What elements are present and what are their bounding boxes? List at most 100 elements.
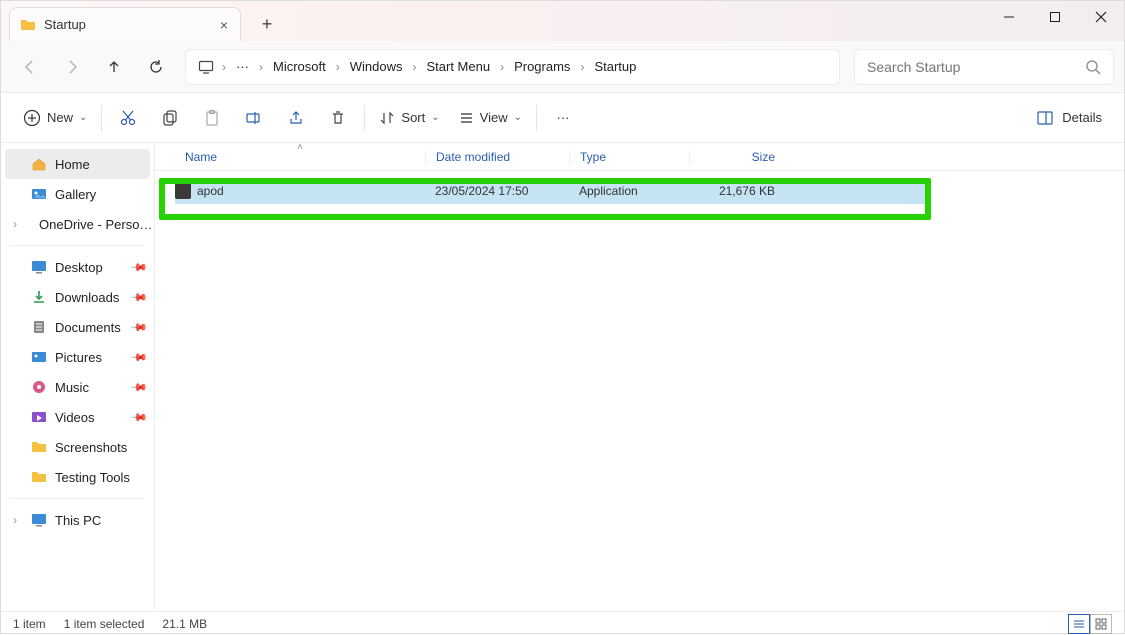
sidebar-label: Desktop xyxy=(55,260,103,275)
forward-button[interactable] xyxy=(53,48,91,86)
back-button[interactable] xyxy=(11,48,49,86)
sidebar-label: OneDrive - Perso… xyxy=(39,217,152,232)
chevron-right-icon[interactable]: › xyxy=(500,60,504,74)
view-thumbnails-toggle[interactable] xyxy=(1090,614,1112,634)
pictures-icon xyxy=(31,349,47,365)
sidebar-item-pictures[interactable]: Pictures 📌 xyxy=(1,342,154,372)
separator xyxy=(364,105,365,131)
new-button[interactable]: New ⌄ xyxy=(15,101,95,135)
monitor-icon xyxy=(31,512,47,528)
trash-icon xyxy=(329,109,347,127)
file-size: 21,676 KB xyxy=(689,184,785,198)
sidebar-label: Gallery xyxy=(55,187,96,202)
file-row[interactable]: apod 23/05/2024 17:50 Application 21,676… xyxy=(175,178,926,204)
separator xyxy=(101,105,102,131)
new-tab-button[interactable]: + xyxy=(251,8,283,40)
paste-button[interactable] xyxy=(192,101,232,135)
column-size[interactable]: Size xyxy=(689,150,785,164)
chevron-right-icon[interactable]: › xyxy=(580,60,584,74)
sidebar-item-music[interactable]: Music📌 xyxy=(1,372,154,402)
file-list: Name˄ Date modified Type Size apod 23/05… xyxy=(155,143,1124,611)
breadcrumb-item[interactable]: Programs xyxy=(506,53,578,80)
details-icon xyxy=(1036,109,1054,127)
sidebar-item-onedrive[interactable]: OneDrive - Perso… xyxy=(1,209,154,239)
toolbar: New ⌄ Sort ⌄ View ⌄ ··· Details xyxy=(1,93,1124,143)
rename-button[interactable] xyxy=(234,101,274,135)
sidebar-item-desktop[interactable]: Desktop 📌 xyxy=(1,252,154,282)
chevron-right-icon[interactable]: › xyxy=(336,60,340,74)
sort-button[interactable]: Sort ⌄ xyxy=(371,101,447,135)
sidebar-item-this-pc[interactable]: This PC xyxy=(1,505,154,535)
column-name[interactable]: Name˄ xyxy=(175,150,425,164)
desktop-icon xyxy=(31,259,47,275)
video-icon xyxy=(31,409,47,425)
pin-icon: 📌 xyxy=(130,318,149,337)
folder-icon xyxy=(20,17,36,33)
breadcrumb-item[interactable]: Start Menu xyxy=(418,53,498,80)
chevron-right-icon[interactable]: › xyxy=(412,60,416,74)
sort-label: Sort xyxy=(401,110,425,125)
refresh-button[interactable] xyxy=(137,48,175,86)
close-window-button[interactable] xyxy=(1078,1,1124,33)
window-tab[interactable]: Startup × xyxy=(9,7,241,41)
sort-ascending-icon: ˄ xyxy=(297,142,303,153)
pin-icon: 📌 xyxy=(130,408,149,427)
rename-icon xyxy=(245,109,263,127)
pin-icon: 📌 xyxy=(130,348,149,367)
clipboard-icon xyxy=(203,109,221,127)
search-icon xyxy=(1085,59,1101,75)
sidebar-label: Documents xyxy=(55,320,121,335)
maximize-button[interactable] xyxy=(1032,1,1078,33)
breadcrumb-item[interactable]: Startup xyxy=(586,53,644,80)
sidebar-item-downloads[interactable]: Downloads📌 xyxy=(1,282,154,312)
share-button[interactable] xyxy=(276,101,316,135)
chevron-right-icon[interactable]: › xyxy=(259,60,263,74)
close-tab-button[interactable]: × xyxy=(220,17,228,33)
sidebar-item-documents[interactable]: Documents 📌 xyxy=(1,312,154,342)
chevron-down-icon: ⌄ xyxy=(79,112,87,123)
sidebar-label: Videos xyxy=(55,410,95,425)
monitor-icon[interactable] xyxy=(192,48,220,86)
search-input[interactable] xyxy=(854,49,1114,85)
view-button[interactable]: View ⌄ xyxy=(450,101,530,135)
new-label: New xyxy=(47,110,73,125)
view-details-toggle[interactable] xyxy=(1068,614,1090,634)
sidebar-item-home[interactable]: Home xyxy=(5,149,150,179)
share-icon xyxy=(287,109,305,127)
more-button[interactable]: ··· xyxy=(543,101,583,135)
breadcrumb-item[interactable]: Microsoft xyxy=(265,53,334,80)
sidebar-item-videos[interactable]: Videos 📌 xyxy=(1,402,154,432)
title-bar: Startup × + xyxy=(1,1,1124,41)
sidebar-label: This PC xyxy=(55,513,101,528)
chevron-down-icon: ⌄ xyxy=(514,112,522,123)
sidebar-item-screenshots[interactable]: Screenshots xyxy=(1,432,154,462)
file-type: Application xyxy=(569,184,689,198)
column-date-modified[interactable]: Date modified xyxy=(425,150,569,164)
file-name: apod xyxy=(197,184,224,198)
search-field[interactable] xyxy=(867,59,1085,75)
minimize-button[interactable] xyxy=(986,1,1032,33)
cut-button[interactable] xyxy=(108,101,148,135)
copy-button[interactable] xyxy=(150,101,190,135)
sidebar-item-gallery[interactable]: Gallery xyxy=(1,179,154,209)
chevron-right-icon[interactable]: › xyxy=(222,60,226,74)
home-icon xyxy=(31,156,47,172)
sidebar-label: Pictures xyxy=(55,350,102,365)
file-date: 23/05/2024 17:50 xyxy=(425,184,569,198)
document-icon xyxy=(31,319,47,335)
breadcrumb-overflow[interactable]: ··· xyxy=(228,53,257,80)
details-pane-button[interactable]: Details xyxy=(1028,109,1110,127)
download-icon xyxy=(31,289,47,305)
delete-button[interactable] xyxy=(318,101,358,135)
column-type[interactable]: Type xyxy=(569,150,689,164)
address-bar: › ··· › Microsoft › Windows › Start Menu… xyxy=(1,41,1124,93)
up-button[interactable] xyxy=(95,48,133,86)
folder-icon xyxy=(31,469,47,485)
breadcrumb-item[interactable]: Windows xyxy=(342,53,411,80)
tab-title: Startup xyxy=(44,17,86,32)
breadcrumb[interactable]: › ··· › Microsoft › Windows › Start Menu… xyxy=(185,49,840,85)
scissors-icon xyxy=(119,109,137,127)
plus-circle-icon xyxy=(23,109,41,127)
pin-icon: 📌 xyxy=(130,258,149,277)
sidebar-item-testing-tools[interactable]: Testing Tools xyxy=(1,462,154,492)
